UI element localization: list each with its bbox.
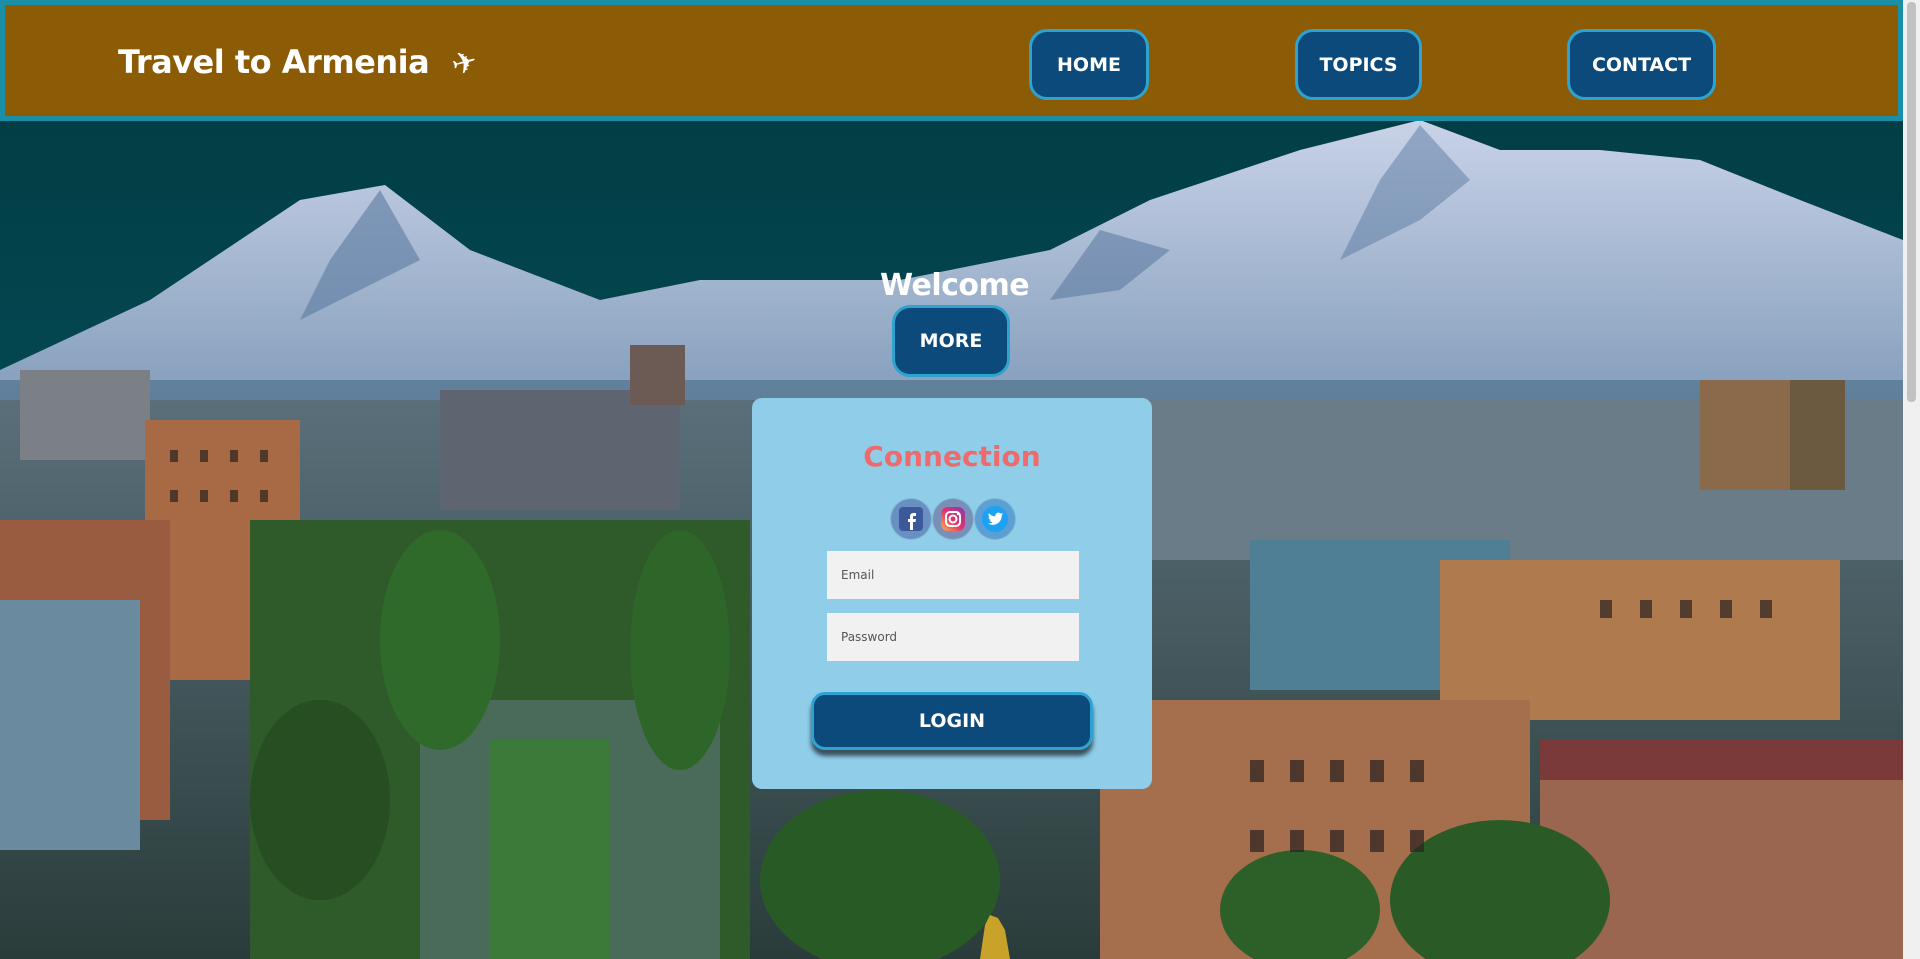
instagram-icon[interactable] [933,499,973,539]
facebook-icon[interactable] [891,499,931,539]
login-button[interactable]: LOGIN [811,692,1093,750]
nav-topics-button[interactable]: TOPICS [1295,29,1422,100]
scrollbar-thumb[interactable] [1907,2,1916,402]
twitter-icon[interactable] [975,499,1015,539]
login-title: Connection [863,440,1041,473]
login-card: Connection LOGIN [752,398,1152,789]
welcome-heading: Welcome [880,268,1030,303]
more-button[interactable]: MORE [892,305,1010,377]
nav-contact-button[interactable]: CONTACT [1567,29,1716,100]
social-links [891,499,1015,539]
page-scrollbar[interactable] [1903,0,1920,959]
site-header: Travel to Armenia ✈ HOME TOPICS CONTACT [0,0,1903,121]
email-field[interactable] [827,551,1079,599]
brand-title: Travel to Armenia [118,43,430,81]
password-field[interactable] [827,613,1079,661]
airplane-icon: ✈ [447,43,481,84]
brand[interactable]: Travel to Armenia ✈ [118,43,481,84]
nav-home-button[interactable]: HOME [1029,29,1149,100]
